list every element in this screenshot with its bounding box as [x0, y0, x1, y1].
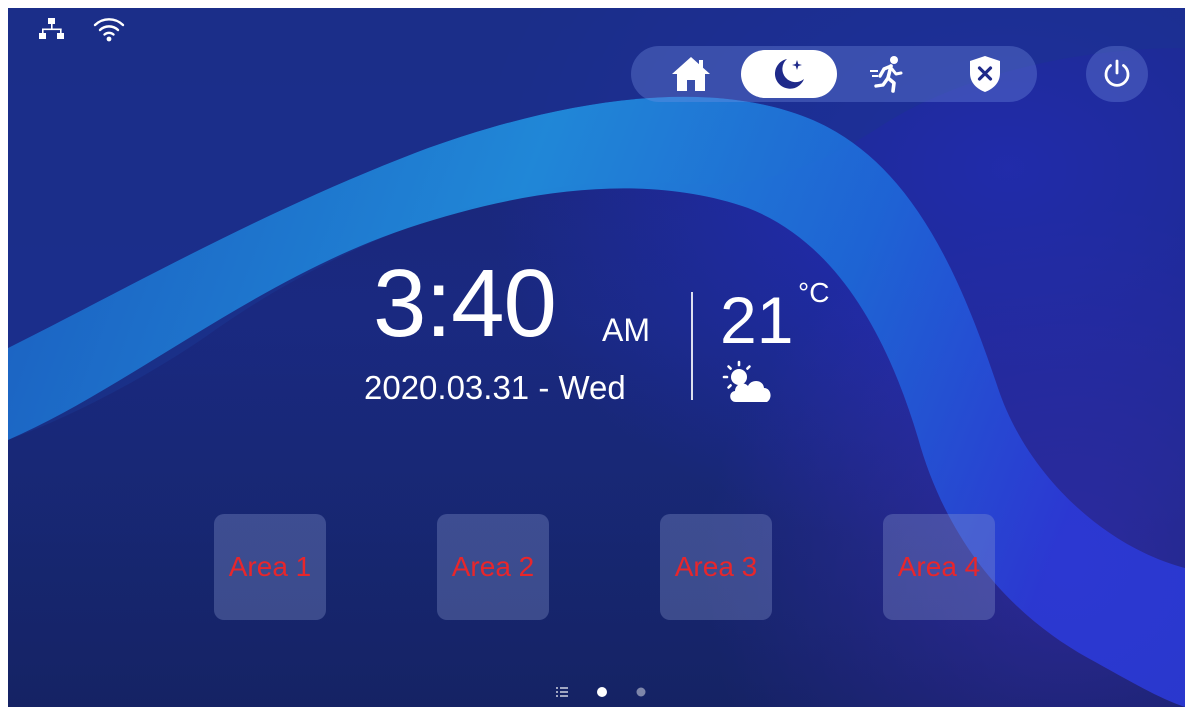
page-dot-1[interactable]: [597, 687, 607, 697]
wifi-icon: [93, 18, 125, 42]
clock-time: 3:40: [373, 250, 557, 357]
disarm-mode-button[interactable]: [947, 50, 1023, 98]
partly-sunny-icon: [722, 360, 771, 402]
area-4-button[interactable]: Area 4: [883, 514, 995, 620]
network-icon: [39, 18, 64, 39]
area-label: Area 4: [897, 551, 981, 582]
area-label: Area 2: [451, 551, 535, 582]
area-1-button[interactable]: Area 1: [214, 514, 326, 620]
weather-unit: °C: [798, 277, 830, 308]
area-2-button[interactable]: Area 2: [437, 514, 549, 620]
running-person-icon: [870, 56, 903, 93]
clock-ampm: AM: [602, 312, 650, 348]
clock-weather-divider: [691, 292, 693, 400]
house-icon: [672, 57, 710, 91]
area-label: Area 3: [674, 551, 758, 582]
page-dot-2[interactable]: [636, 687, 646, 697]
away-mode-button[interactable]: [851, 50, 927, 98]
background-wave: [8, 8, 1185, 707]
clock-date: 2020.03.31 - Wed: [364, 369, 626, 406]
power-icon: [1104, 59, 1130, 87]
power-button[interactable]: [1086, 46, 1148, 102]
page-indicator: [556, 687, 646, 697]
arm-mode-bar: [631, 46, 1037, 102]
area-3-button[interactable]: Area 3: [660, 514, 772, 620]
sleep-mode-button[interactable]: [741, 50, 837, 98]
shield-x-icon: [970, 56, 1000, 92]
list-icon[interactable]: [556, 687, 568, 697]
weather-temperature: 21: [720, 283, 794, 357]
home-mode-button[interactable]: [653, 50, 729, 98]
area-label: Area 1: [228, 551, 312, 582]
moon-star-icon: [774, 59, 804, 89]
home-screen: 3:40 AM 2020.03.31 - Wed 21 °C Area 1 Ar…: [8, 8, 1185, 707]
